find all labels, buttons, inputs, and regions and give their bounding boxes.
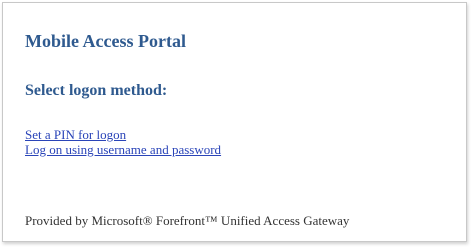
logon-method-heading: Select logon method: bbox=[25, 82, 168, 99]
username-password-link[interactable]: Log on using username and password bbox=[25, 142, 221, 157]
logon-method-list: Set a PIN for logon Log on using usernam… bbox=[25, 127, 221, 157]
footer-provided-by: Provided by Microsoft® Forefront™ Unifie… bbox=[25, 213, 350, 228]
set-pin-link[interactable]: Set a PIN for logon bbox=[25, 127, 221, 142]
portal-panel: Mobile Access Portal Select logon method… bbox=[2, 2, 467, 242]
portal-title: Mobile Access Portal bbox=[25, 31, 186, 51]
